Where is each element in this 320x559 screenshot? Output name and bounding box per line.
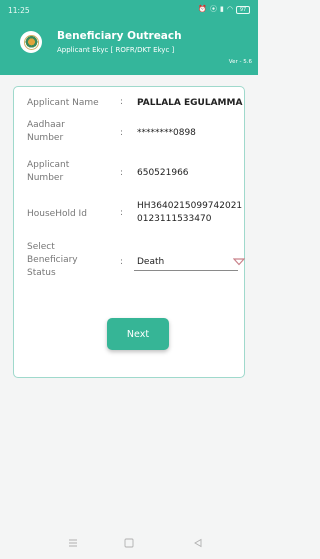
back-icon[interactable] [193,538,203,548]
applicant-number-value: 650521966 [137,168,189,178]
status-icons: ⏰ ⦿ ▮ ◠ 97 [198,5,250,14]
household-id-value-line1: HH3640215099742021 [137,201,243,211]
aadhaar-number-value: ********0898 [137,128,196,138]
alarm-icon: ⏰ [198,5,208,13]
app-logo [20,31,42,53]
colon: : [120,257,124,267]
beneficiary-status-label-line1: Select [27,242,55,252]
beneficiary-status-label-line2: Beneficiary [27,255,78,265]
aadhaar-number-label-line1: Aadhaar [27,120,65,130]
location-icon: ⦿ [210,5,218,13]
next-button[interactable]: Next [107,318,169,350]
status-time: 11:25 [8,6,30,15]
applicant-name-value: PALLALA EGULAMMA [137,98,243,108]
app-subtitle: Applicant Ekyc [ ROFR/DKT Ekyc ] [57,46,175,54]
beneficiary-status-label-line3: Status [27,268,56,278]
app-title: Beneficiary Outreach [57,30,182,42]
version-label: Ver - 5.6 [228,59,252,65]
household-id-value-line2: 0123111533470 [137,214,212,224]
applicant-number-label-line2: Number [27,173,64,183]
applicant-number-label-line1: Applicant [27,160,70,170]
dropdown-underline [134,270,238,271]
emblem-icon [23,34,39,50]
signal-icon: ▮ [220,5,224,13]
colon: : [120,97,124,107]
navigation-bar [0,530,258,559]
chevron-down-icon[interactable] [233,258,245,266]
home-icon[interactable] [124,538,134,548]
aadhaar-number-label-line2: Number [27,133,64,143]
applicant-name-label: Applicant Name [27,98,99,108]
wifi-icon: ◠ [226,5,233,13]
colon: : [120,128,124,138]
colon: : [120,168,124,178]
menu-icon[interactable] [68,538,78,548]
app-header: 11:25 ⏰ ⦿ ▮ ◠ 97 Beneficiary Outreach Ap… [0,0,258,75]
status-bar: 11:25 ⏰ ⦿ ▮ ◠ 97 [0,0,258,22]
colon: : [120,208,124,218]
beneficiary-status-selected[interactable]: Death [137,257,164,267]
household-id-label: HouseHold Id [27,209,87,219]
battery-icon: 97 [236,5,250,14]
